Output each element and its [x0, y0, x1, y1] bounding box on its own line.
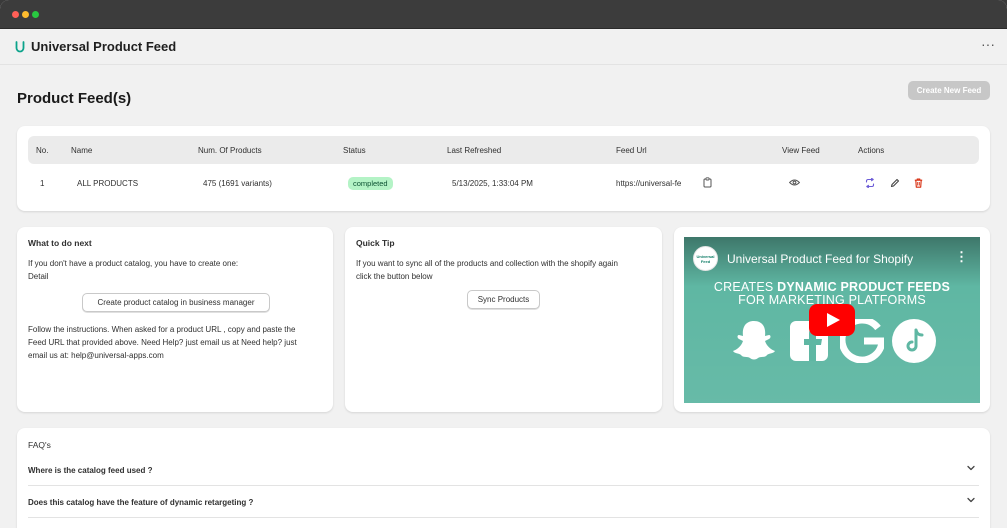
- headline-part: CREATES: [713, 280, 778, 294]
- faq-question: Does this catalog have the feature of dy…: [28, 498, 254, 507]
- row-name: ALL PRODUCTS: [77, 179, 139, 188]
- row-last-refreshed: 5/13/2025, 1:33:04 PM: [452, 179, 533, 188]
- create-new-feed-button[interactable]: Create New Feed: [908, 81, 990, 100]
- row-product-count: 475 (1691 variants): [203, 179, 272, 188]
- instruction-paragraph-line: Follow the instructions. When asked for …: [28, 325, 296, 334]
- card-title: What to do next: [28, 238, 92, 248]
- column-header-actions: Actions: [858, 146, 885, 155]
- app-window: Universal Product Feed ··· Product Feed(…: [0, 0, 1007, 528]
- tip-text-line: If you want to sync all of the products …: [356, 259, 618, 268]
- video-headline: CREATES DYNAMIC PRODUCT FEEDS: [684, 280, 980, 294]
- instruction-paragraph-line: Feed URL that provided above. Need Help?…: [28, 338, 297, 347]
- column-header-status: Status: [343, 146, 366, 155]
- eye-icon[interactable]: [789, 179, 800, 186]
- play-button-icon[interactable]: [809, 304, 855, 336]
- minimize-window-button[interactable]: [22, 11, 29, 18]
- app-logo-icon: [15, 41, 25, 53]
- faq-question: Where is the catalog feed used ?: [28, 466, 153, 475]
- chevron-down-icon[interactable]: [966, 463, 976, 473]
- column-header-feed-url: Feed Url: [616, 146, 647, 155]
- column-header-no: No.: [36, 146, 49, 155]
- status-badge: completed: [348, 177, 393, 190]
- channel-logo[interactable]: Universal Feed: [693, 246, 718, 271]
- maximize-window-button[interactable]: [32, 11, 39, 18]
- card-title: Quick Tip: [356, 238, 395, 248]
- delete-icon[interactable]: [914, 178, 923, 188]
- table-header: No. Name Num. Of Products Status Last Re…: [28, 136, 979, 164]
- feeds-table: No. Name Num. Of Products Status Last Re…: [17, 126, 990, 211]
- video-menu-icon[interactable]: ⋮: [955, 249, 968, 265]
- faq-item[interactable]: Does this catalog have the feature of dy…: [28, 486, 979, 518]
- column-header-name: Name: [71, 146, 93, 155]
- chevron-down-icon[interactable]: [966, 495, 976, 505]
- instruction-text: If you don't have a product catalog, you…: [28, 259, 239, 268]
- app-header: Universal Product Feed ···: [0, 29, 1007, 65]
- row-number: 1: [40, 179, 45, 188]
- title-bar: [0, 0, 1007, 29]
- tip-text-line: click the button below: [356, 272, 433, 281]
- more-horizontal-icon[interactable]: ···: [981, 36, 995, 52]
- video-card: Universal Feed Universal Product Feed fo…: [674, 227, 990, 412]
- quick-tip-card: Quick Tip If you want to sync all of the…: [345, 227, 662, 412]
- row-feed-url: https://universal-fe: [616, 179, 682, 188]
- headline-emphasis: DYNAMIC PRODUCT FEEDS: [777, 280, 951, 294]
- sync-icon[interactable]: [865, 178, 875, 188]
- faq-item[interactable]: Where is the catalog feed used ?: [28, 454, 979, 486]
- close-window-button[interactable]: [12, 11, 19, 18]
- column-header-last-refreshed: Last Refreshed: [447, 146, 502, 155]
- tiktok-icon: [892, 319, 936, 363]
- faq-card: FAQ's Where is the catalog feed used ? D…: [17, 428, 990, 528]
- sync-products-button[interactable]: Sync Products: [467, 290, 540, 309]
- video-title[interactable]: Universal Product Feed for Shopify: [727, 252, 913, 266]
- instruction-paragraph-line: email us at: help@universal-apps.com: [28, 351, 164, 360]
- app-title: Universal Product Feed: [31, 39, 177, 54]
- create-catalog-button[interactable]: Create product catalog in business manag…: [82, 293, 270, 312]
- faq-title: FAQ's: [28, 440, 51, 450]
- detail-text: Detail: [28, 272, 49, 281]
- column-header-view-feed: View Feed: [782, 146, 820, 155]
- page-title: Product Feed(s): [17, 90, 132, 107]
- column-header-products: Num. Of Products: [198, 146, 262, 155]
- what-to-do-next-card: What to do next If you don't have a prod…: [17, 227, 333, 412]
- copy-icon[interactable]: [703, 177, 712, 188]
- youtube-video-player[interactable]: Universal Feed Universal Product Feed fo…: [684, 237, 980, 403]
- snapchat-icon: [733, 321, 775, 360]
- edit-icon[interactable]: [890, 178, 900, 188]
